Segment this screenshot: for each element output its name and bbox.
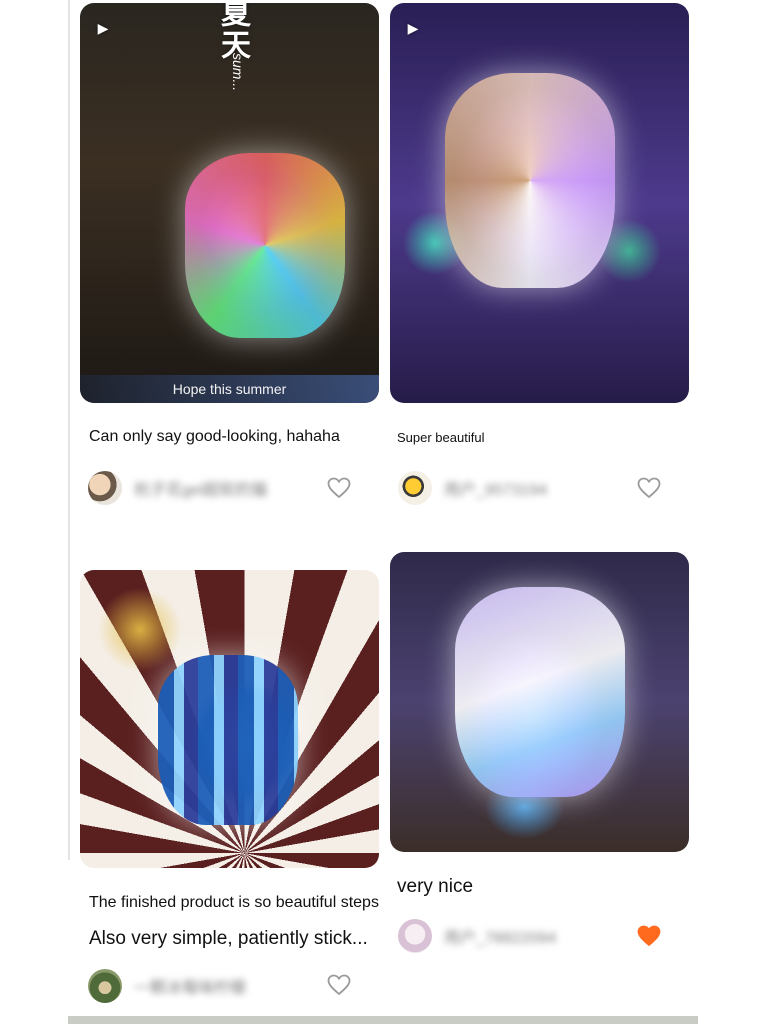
image-overlay-subtext: sum... [230,53,246,92]
heart-icon [327,974,351,996]
post-image-3[interactable] [80,570,379,868]
heart-icon [637,925,661,947]
post-title-4[interactable]: very nice [397,876,473,898]
avatar[interactable] [398,471,432,505]
lantern-graphic [455,587,625,797]
bottom-scroll-bar [68,1016,698,1024]
like-button[interactable] [326,972,352,998]
heart-icon [637,477,661,499]
lantern-graphic [445,73,615,288]
post-title-2[interactable]: Super beautiful [397,427,484,449]
avatar[interactable] [398,919,432,953]
author-row-4[interactable]: 用户_78822094 [398,916,556,956]
author-name[interactable]: 一颗冰莓味柠檬 [134,974,246,998]
like-button[interactable] [636,923,662,949]
author-row-2[interactable]: 用户_9573194 [398,468,547,508]
author-row-3[interactable]: 一颗冰莓味柠檬 [88,966,246,1006]
author-row-1[interactable]: 杭子花gel超软的猫 [88,468,267,508]
image-caption: Hope this summer [80,375,379,403]
post-title-3-line-2[interactable]: Also very simple, patiently stick... [89,928,368,950]
post-image-4[interactable] [390,552,689,852]
author-name[interactable]: 用户_78822094 [444,924,556,948]
play-icon: ▶ [407,19,419,36]
lantern-graphic [185,153,345,338]
lantern-graphic [158,655,298,825]
post-image-2[interactable]: ▶ [390,3,689,403]
author-name[interactable]: 用户_9573194 [444,476,547,500]
post-title-1[interactable]: Can only say good-looking, hahaha [89,426,340,448]
page-divider [68,0,70,860]
heart-icon [327,477,351,499]
avatar[interactable] [88,471,122,505]
author-name[interactable]: 杭子花gel超软的猫 [134,476,267,500]
post-image-1[interactable]: ▶ 夏天 sum... Hope this summer [80,3,379,403]
like-button[interactable] [636,475,662,501]
play-icon: ▶ [97,19,109,36]
like-button[interactable] [326,475,352,501]
post-title-3-line-1[interactable]: The finished product is so beautiful ste… [89,892,379,914]
avatar[interactable] [88,969,122,1003]
